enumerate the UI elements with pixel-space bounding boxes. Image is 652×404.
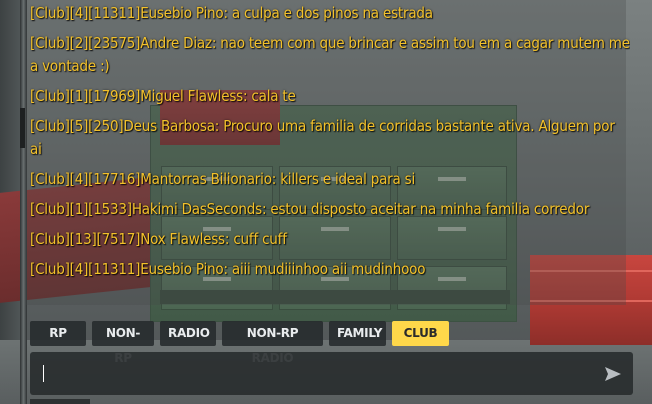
chat-log[interactable]: [Club][4][11311]Eusebio Pino: a culpa e … bbox=[30, 0, 630, 300]
send-button[interactable] bbox=[601, 362, 625, 386]
chat-message: [Club][4][17716]Mantorras Bilionario: ki… bbox=[30, 170, 416, 188]
chat-message: [Club][13][7517]Nox Flawless: cuff cuff bbox=[30, 230, 287, 248]
chat-message: [Club][5][250]Deus Barbosa: Procuro uma … bbox=[30, 117, 615, 158]
chat-message: [Club][2][23575]Andre Diaz: nao teem com… bbox=[30, 34, 630, 75]
tab-family[interactable]: FAMILY bbox=[329, 321, 386, 346]
pipe-joint bbox=[20, 108, 25, 148]
chat-message: [Club][1][17969]Miguel Flawless: cala te bbox=[30, 87, 296, 105]
tab-club[interactable]: CLUB bbox=[392, 321, 449, 346]
chat-channel-tabs: RP NON-RP RADIO NON-RP RADIO FAMILY CLUB bbox=[30, 321, 449, 365]
tab-radio[interactable]: RADIO bbox=[160, 321, 216, 346]
chat-message: [Club][4][11311]Eusebio Pino: aiii mudii… bbox=[30, 260, 426, 278]
tab-non-rp-radio[interactable]: NON-RP RADIO bbox=[222, 321, 323, 365]
send-arrow-icon bbox=[605, 367, 621, 381]
chat-input[interactable] bbox=[42, 352, 587, 395]
tab-rp[interactable]: RP bbox=[30, 321, 86, 346]
text-caret bbox=[43, 365, 44, 382]
chat-message: [Club][1][1533]Hakimi DasSeconds: estou … bbox=[30, 200, 590, 218]
chat-input-bar bbox=[30, 352, 633, 395]
bottom-edge bbox=[30, 399, 90, 404]
tab-non-rp[interactable]: NON-RP bbox=[92, 321, 154, 365]
chat-message: [Club][4][11311]Eusebio Pino: a culpa e … bbox=[30, 4, 433, 22]
